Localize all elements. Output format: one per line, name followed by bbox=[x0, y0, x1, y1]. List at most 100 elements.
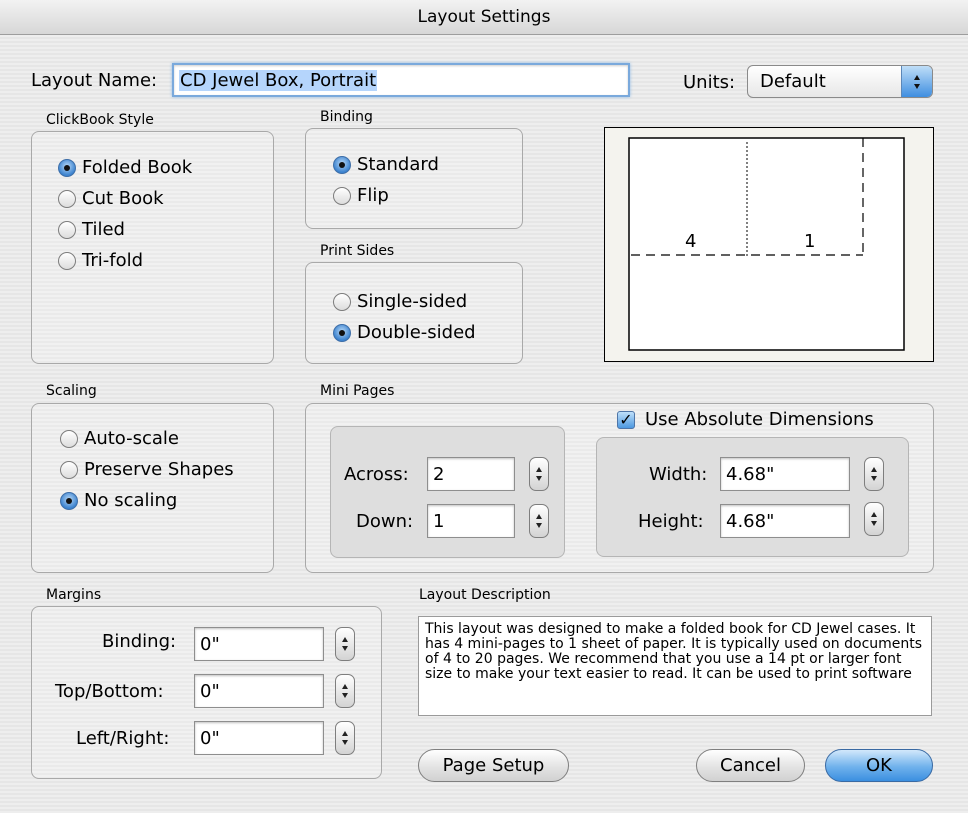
style-option-label: Folded Book bbox=[82, 157, 193, 178]
height-stepper[interactable] bbox=[864, 502, 884, 536]
margin-binding-label: Binding: bbox=[102, 631, 177, 652]
margin-topbottom-input[interactable]: 0" bbox=[194, 674, 324, 708]
across-stepper[interactable] bbox=[529, 457, 549, 491]
margin-leftright-stepper[interactable] bbox=[335, 721, 355, 755]
stepper-down-icon bbox=[342, 693, 348, 698]
scaling-option-label: Auto-scale bbox=[84, 428, 180, 449]
print-sides-option-label: Single-sided bbox=[357, 291, 468, 312]
layout-settings-dialog: Layout Settings Layout Name: CD Jewel Bo… bbox=[0, 0, 968, 813]
stepper-down-icon bbox=[536, 523, 542, 528]
margin-topbottom-stepper[interactable] bbox=[335, 674, 355, 708]
margin-topbottom-value: 0" bbox=[200, 680, 220, 702]
layout-name-label: Layout Name: bbox=[31, 70, 158, 91]
margin-leftright-value: 0" bbox=[200, 727, 220, 749]
binding-radio-flip[interactable]: Flip bbox=[333, 185, 389, 206]
style-option-label: Tiled bbox=[82, 219, 125, 240]
radio-unselected-icon bbox=[60, 429, 78, 448]
scaling-option-label: No scaling bbox=[84, 490, 178, 511]
stepper-up-icon bbox=[536, 467, 542, 472]
stepper-down-icon bbox=[871, 476, 877, 481]
ok-button[interactable]: OK bbox=[825, 749, 933, 782]
print-sides-radio-double[interactable]: Double-sided bbox=[333, 322, 476, 343]
down-value: 1 bbox=[433, 510, 445, 532]
scaling-option-label: Preserve Shapes bbox=[84, 459, 234, 480]
stepper-down-icon bbox=[536, 476, 542, 481]
binding-option-label: Flip bbox=[357, 185, 389, 206]
down-label: Down: bbox=[356, 511, 414, 532]
units-value: Default bbox=[760, 71, 826, 92]
scaling-radio-none[interactable]: No scaling bbox=[60, 490, 177, 511]
print-sides-radio-single[interactable]: Single-sided bbox=[333, 291, 467, 312]
print-sides-group bbox=[305, 262, 523, 364]
width-label: Width: bbox=[649, 464, 708, 485]
height-input[interactable]: 4.68" bbox=[720, 504, 850, 538]
down-stepper[interactable] bbox=[529, 504, 549, 538]
margin-leftright-input[interactable]: 0" bbox=[194, 721, 324, 755]
across-label: Across: bbox=[344, 464, 409, 485]
absolute-dimensions-panel bbox=[596, 437, 909, 557]
cancel-button[interactable]: Cancel bbox=[696, 749, 805, 782]
layout-preview: 4 1 bbox=[604, 127, 934, 362]
stepper-down-icon bbox=[342, 740, 348, 745]
margins-title: Margins bbox=[46, 587, 102, 603]
mini-pages-title: Mini Pages bbox=[320, 383, 395, 399]
style-option-label: Cut Book bbox=[82, 188, 164, 209]
stepper-up-icon bbox=[536, 514, 542, 519]
width-input[interactable]: 4.68" bbox=[720, 457, 850, 491]
stepper-up-icon bbox=[871, 467, 877, 472]
radio-selected-icon bbox=[60, 491, 78, 510]
units-select[interactable]: Default bbox=[747, 65, 933, 98]
radio-selected-icon bbox=[58, 158, 76, 177]
scaling-title: Scaling bbox=[46, 383, 97, 399]
units-label: Units: bbox=[683, 72, 736, 93]
page-setup-button[interactable]: Page Setup bbox=[418, 749, 569, 782]
across-input[interactable]: 2 bbox=[427, 457, 515, 491]
radio-unselected-icon bbox=[333, 186, 351, 205]
stepper-up-icon bbox=[342, 684, 348, 689]
style-option-label: Tri-fold bbox=[82, 250, 144, 271]
radio-unselected-icon bbox=[58, 251, 76, 270]
binding-option-label: Standard bbox=[357, 154, 439, 175]
binding-title: Binding bbox=[320, 109, 373, 125]
style-radio-tri-fold[interactable]: Tri-fold bbox=[58, 250, 143, 271]
radio-selected-icon bbox=[333, 155, 351, 174]
width-stepper[interactable] bbox=[864, 457, 884, 491]
binding-radio-standard[interactable]: Standard bbox=[333, 154, 439, 175]
select-arrows-icon bbox=[901, 66, 932, 97]
margin-binding-input[interactable]: 0" bbox=[194, 627, 324, 661]
radio-selected-icon bbox=[333, 323, 351, 342]
use-absolute-dimensions-checkbox[interactable]: ✓ bbox=[617, 411, 635, 429]
layout-description-text[interactable]: This layout was designed to make a folde… bbox=[418, 616, 932, 716]
style-radio-cut-book[interactable]: Cut Book bbox=[58, 188, 164, 209]
stepper-up-icon bbox=[871, 512, 877, 517]
print-sides-title: Print Sides bbox=[320, 243, 395, 259]
down-input[interactable]: 1 bbox=[427, 504, 515, 538]
radio-unselected-icon bbox=[60, 460, 78, 479]
window-title: Layout Settings bbox=[0, 0, 968, 35]
scaling-radio-auto[interactable]: Auto-scale bbox=[60, 428, 179, 449]
stepper-up-icon bbox=[342, 637, 348, 642]
layout-name-input[interactable]: CD Jewel Box, Portrait bbox=[172, 63, 630, 97]
style-radio-folded-book[interactable]: Folded Book bbox=[58, 157, 192, 178]
preview-diagram bbox=[628, 137, 905, 351]
binding-group bbox=[305, 128, 523, 229]
layout-name-value: CD Jewel Box, Portrait bbox=[179, 69, 378, 91]
clickbook-style-title: ClickBook Style bbox=[46, 112, 154, 128]
preview-page-number-right: 1 bbox=[804, 231, 816, 252]
across-value: 2 bbox=[433, 463, 445, 485]
margin-binding-value: 0" bbox=[200, 633, 220, 655]
margin-topbottom-label: Top/Bottom: bbox=[55, 681, 164, 702]
radio-unselected-icon bbox=[58, 189, 76, 208]
margin-binding-stepper[interactable] bbox=[335, 627, 355, 661]
scaling-radio-preserve[interactable]: Preserve Shapes bbox=[60, 459, 234, 480]
layout-description-title: Layout Description bbox=[419, 587, 551, 603]
print-sides-option-label: Double-sided bbox=[357, 322, 476, 343]
style-radio-tiled[interactable]: Tiled bbox=[58, 219, 125, 240]
margin-leftright-label: Left/Right: bbox=[76, 728, 170, 749]
stepper-up-icon bbox=[342, 731, 348, 736]
height-value: 4.68" bbox=[726, 510, 775, 532]
radio-unselected-icon bbox=[58, 220, 76, 239]
stepper-down-icon bbox=[871, 521, 877, 526]
preview-page-number-left: 4 bbox=[685, 231, 697, 252]
use-absolute-dimensions-label: Use Absolute Dimensions bbox=[645, 409, 874, 430]
